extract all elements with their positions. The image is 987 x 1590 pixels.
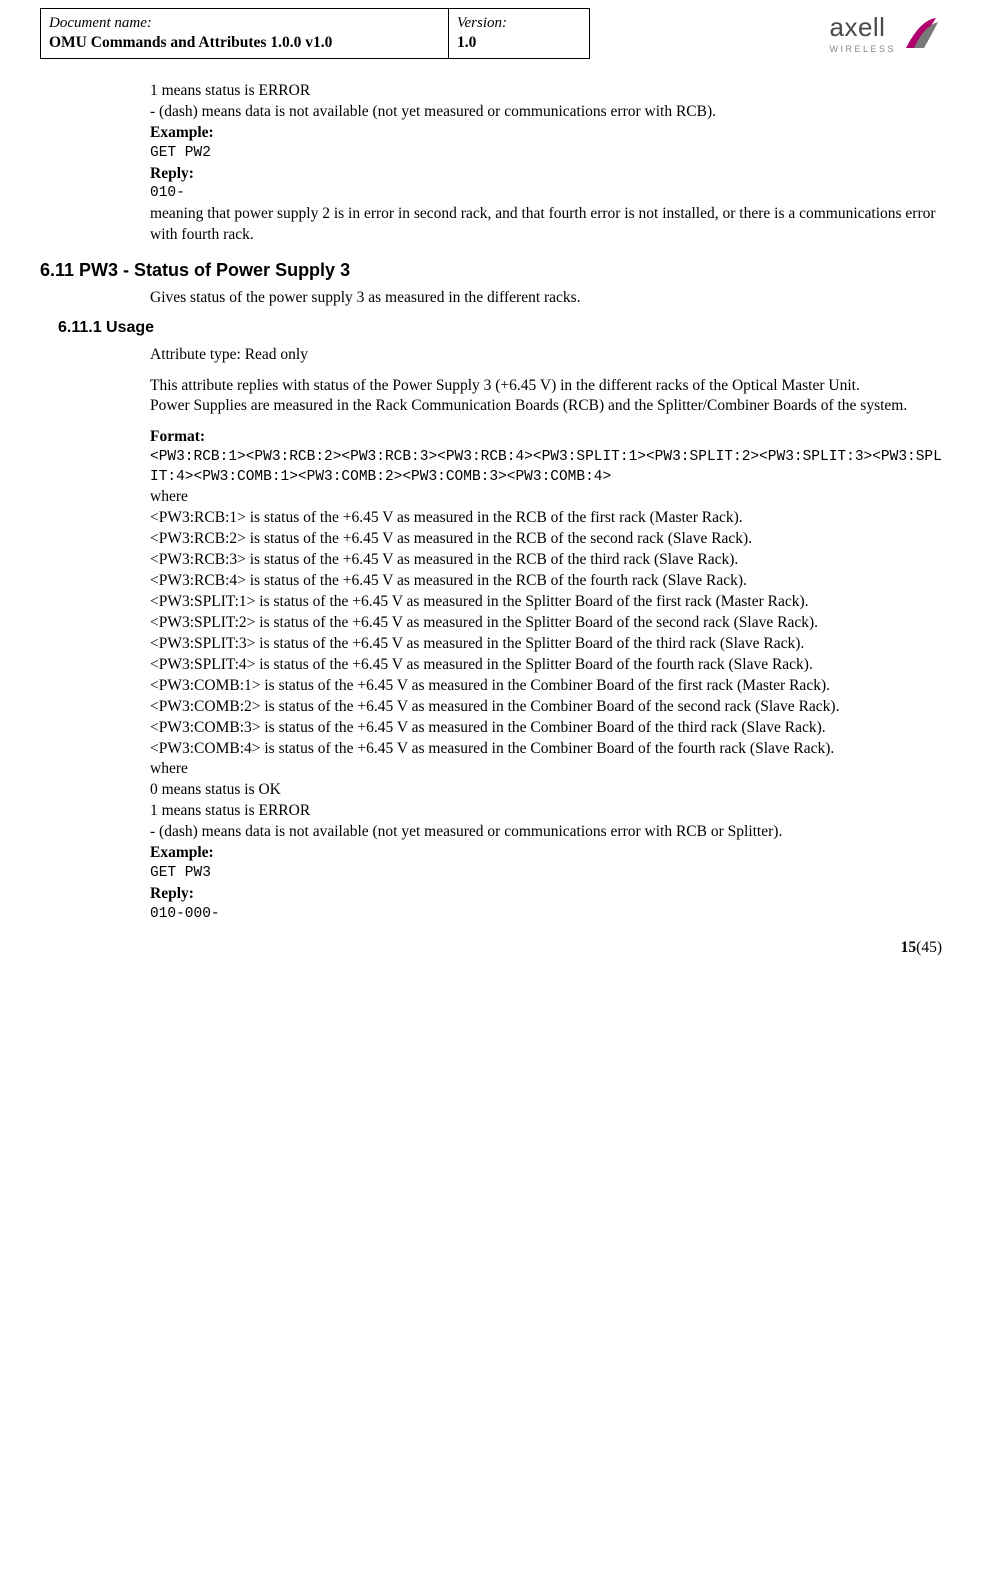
reply-value-2: 010-000- xyxy=(150,905,947,925)
format-line: <PW3:RCB:1><PW3:RCB:2><PW3:RCB:3><PW3:RC… xyxy=(150,448,947,487)
example-command: GET PW2 xyxy=(150,144,947,164)
split-4-desc: <PW3:SPLIT:4> is status of the +6.45 V a… xyxy=(150,655,947,676)
rcb-2-desc: <PW3:RCB:2> is status of the +6.45 V as … xyxy=(150,529,947,550)
doc-name-label: Document name: xyxy=(49,13,440,33)
brand-name: axell xyxy=(829,10,896,45)
page-number: 15 xyxy=(901,939,917,956)
section-6-11-heading: 6.11 PW3 - Status of Power Supply 3 xyxy=(40,258,947,282)
doc-name-cell: Document name: OMU Commands and Attribut… xyxy=(41,9,449,58)
split-2-desc: <PW3:SPLIT:2> is status of the +6.45 V a… xyxy=(150,613,947,634)
section-6-11-body: Gives status of the power supply 3 as me… xyxy=(150,288,947,309)
where-2: where xyxy=(150,759,947,780)
usage-p2: Power Supplies are measured in the Rack … xyxy=(150,396,947,417)
brand-swoosh-icon xyxy=(900,12,942,54)
example-label: Example: xyxy=(150,123,947,144)
brand-logo: axell WIRELESS xyxy=(829,10,942,55)
example-label-2: Example: xyxy=(150,843,947,864)
version-label: Version: xyxy=(457,13,581,33)
brand-subtitle: WIRELESS xyxy=(829,43,896,55)
section-6-11-1-body: Attribute type: Read only This attribute… xyxy=(150,345,947,924)
comb-3-desc: <PW3:COMB:3> is status of the +6.45 V as… xyxy=(150,718,947,739)
status-dash-line: - (dash) means data is not available (no… xyxy=(150,102,947,123)
page-header: Document name: OMU Commands and Attribut… xyxy=(0,0,987,59)
reply-label-2: Reply: xyxy=(150,884,947,905)
status-ok-line: 0 means status is OK xyxy=(150,780,947,801)
usage-p1: This attribute replies with status of th… xyxy=(150,376,947,397)
comb-2-desc: <PW3:COMB:2> is status of the +6.45 V as… xyxy=(150,697,947,718)
rcb-3-desc: <PW3:RCB:3> is status of the +6.45 V as … xyxy=(150,550,947,571)
page-content: 1 means status is ERROR - (dash) means d… xyxy=(0,59,987,934)
status-error-line-2: 1 means status is ERROR xyxy=(150,801,947,822)
reply-value: 010- xyxy=(150,184,947,204)
format-label: Format: xyxy=(150,427,947,448)
split-3-desc: <PW3:SPLIT:3> is status of the +6.45 V a… xyxy=(150,634,947,655)
rcb-4-desc: <PW3:RCB:4> is status of the +6.45 V as … xyxy=(150,571,947,592)
doc-name-value: OMU Commands and Attributes 1.0.0 v1.0 xyxy=(49,33,440,54)
attribute-type: Attribute type: Read only xyxy=(150,345,947,366)
reply-label: Reply: xyxy=(150,164,947,185)
reply-meaning: meaning that power supply 2 is in error … xyxy=(150,204,947,246)
rcb-1-desc: <PW3:RCB:1> is status of the +6.45 V as … xyxy=(150,508,947,529)
intro-block: 1 means status is ERROR - (dash) means d… xyxy=(150,81,947,246)
where-1: where xyxy=(150,487,947,508)
section-6-11-desc: Gives status of the power supply 3 as me… xyxy=(150,288,947,309)
header-info-box: Document name: OMU Commands and Attribut… xyxy=(40,8,590,59)
status-dash-line-2: - (dash) means data is not available (no… xyxy=(150,822,947,843)
comb-4-desc: <PW3:COMB:4> is status of the +6.45 V as… xyxy=(150,739,947,760)
page-footer: 15(45) xyxy=(0,934,987,971)
example-command-2: GET PW3 xyxy=(150,864,947,884)
status-error-line: 1 means status is ERROR xyxy=(150,81,947,102)
page-total: (45) xyxy=(916,939,942,956)
split-1-desc: <PW3:SPLIT:1> is status of the +6.45 V a… xyxy=(150,592,947,613)
version-cell: Version: 1.0 xyxy=(449,9,589,58)
section-6-11-1-heading: 6.11.1 Usage xyxy=(58,317,947,339)
comb-1-desc: <PW3:COMB:1> is status of the +6.45 V as… xyxy=(150,676,947,697)
version-value: 1.0 xyxy=(457,33,581,54)
